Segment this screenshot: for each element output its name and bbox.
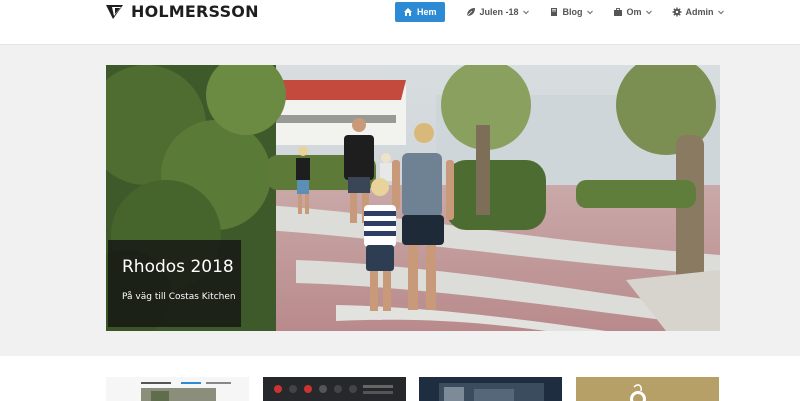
nav-item-om[interactable]: Om xyxy=(613,2,653,22)
chevron-down-icon xyxy=(586,10,593,15)
nav-item-admin[interactable]: Admin xyxy=(672,2,725,22)
brand-name: HOLMERSSON xyxy=(131,2,259,21)
top-navbar: HOLMERSSON Hem Julen -18 Blog Om Admin xyxy=(0,0,800,45)
nav-item-label: Blog xyxy=(562,7,583,17)
hero-carousel[interactable]: Rhodos 2018 På väg till Costas Kitchen xyxy=(106,65,720,331)
home-icon xyxy=(404,8,412,16)
nav-item-blog[interactable]: Blog xyxy=(549,2,594,22)
book-icon xyxy=(550,8,557,16)
nav-item-label: Om xyxy=(626,7,642,17)
brand[interactable]: HOLMERSSON xyxy=(106,2,259,21)
gear-icon xyxy=(672,7,682,17)
hero-caption: Rhodos 2018 På väg till Costas Kitchen xyxy=(108,240,241,327)
chevron-down-icon xyxy=(717,10,724,15)
nav-item-hem[interactable]: Hem xyxy=(395,2,445,22)
leaf-icon xyxy=(466,8,475,17)
briefcase-icon xyxy=(613,8,622,16)
thumbnail-night-photo[interactable] xyxy=(419,377,562,401)
hero-subtitle: På väg till Costas Kitchen xyxy=(122,292,236,302)
thumbnail-gold-logo[interactable] xyxy=(576,377,719,401)
nav-item-label: Hem xyxy=(417,7,437,17)
nav-item-label: Admin xyxy=(685,7,714,17)
nav-item-julen[interactable]: Julen -18 xyxy=(466,2,530,22)
main-nav: Hem Julen -18 Blog Om Admin xyxy=(395,2,744,22)
nav-item-label: Julen -18 xyxy=(479,7,519,17)
thumbnails-section xyxy=(0,356,800,401)
chevron-down-icon xyxy=(645,10,652,15)
chevron-down-icon xyxy=(522,10,529,15)
hero-title: Rhodos 2018 xyxy=(122,257,234,277)
thumbnail-website[interactable] xyxy=(106,377,249,401)
triangle-logo-icon xyxy=(106,4,123,19)
thumbnail-dark-app[interactable] xyxy=(263,377,406,401)
